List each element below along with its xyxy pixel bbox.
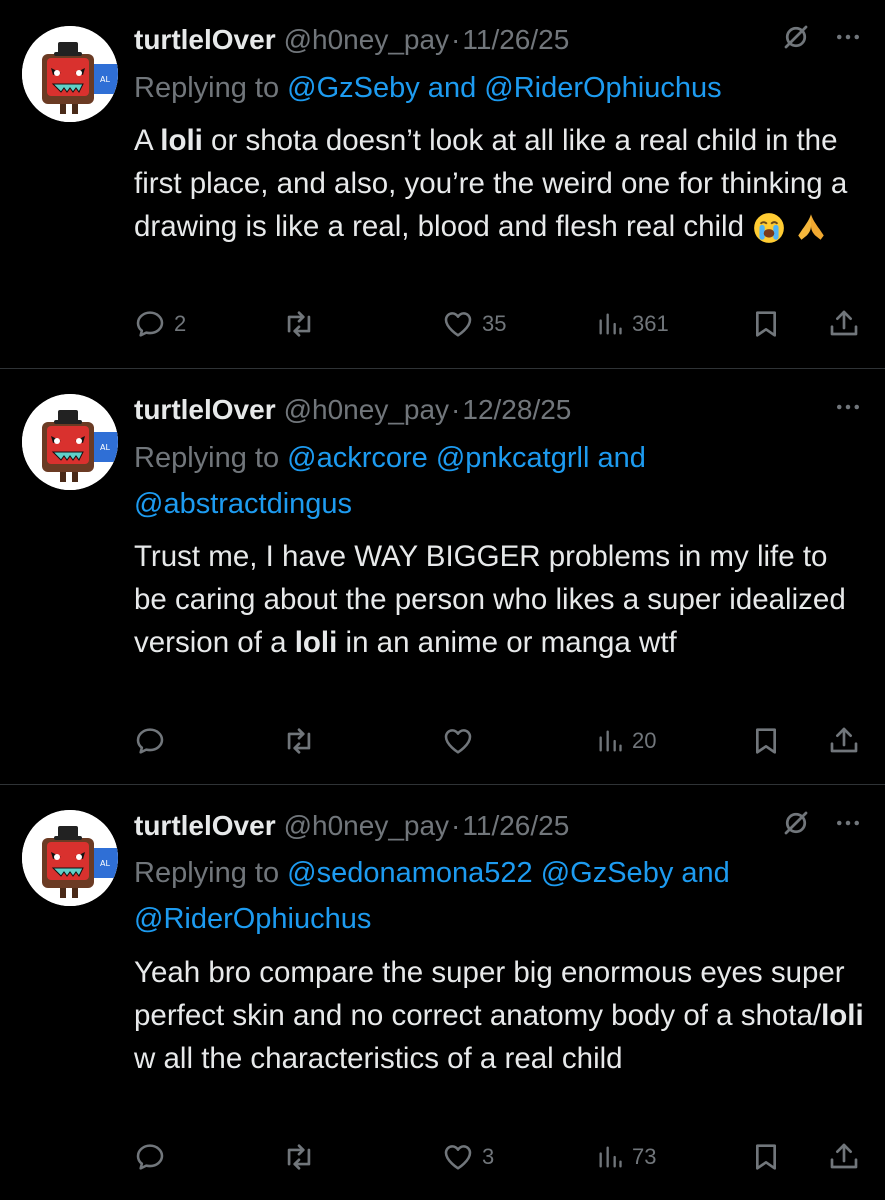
bookmark-button[interactable] [750, 302, 782, 346]
timestamp[interactable]: 11/26/25 [462, 810, 569, 842]
avatar[interactable] [22, 26, 118, 122]
avatar[interactable] [22, 394, 118, 490]
reply-button[interactable] [134, 719, 174, 763]
header-icons [781, 806, 863, 846]
views-button[interactable]: 361 [596, 302, 669, 346]
views-button[interactable]: 20 [596, 719, 656, 763]
share-button[interactable] [828, 1135, 860, 1179]
tweet-text: A loli or shota doesn’t look at all like… [134, 119, 865, 248]
tweet-text-part: or shota doesn’t look at all like a real… [134, 124, 848, 243]
views-icon [596, 310, 624, 338]
share-icon [828, 308, 860, 340]
header-icons [781, 20, 863, 60]
like-icon [442, 308, 474, 340]
tweet-header: turtlelOver @h0ney_pay · 11/26/25 [134, 20, 863, 60]
share-icon [828, 1141, 860, 1173]
reply-count: 2 [174, 311, 187, 336]
tweet-text-part: in an anime or manga wtf [337, 626, 677, 659]
handle[interactable]: @h0ney_pay [284, 24, 449, 56]
like-button[interactable]: 35 [442, 302, 506, 346]
views-count: 361 [632, 311, 669, 336]
tweet-header: turtlelOver @h0ney_pay · 11/26/25 [134, 806, 863, 846]
tweet-text-part: w all the characteristics of a real chil… [134, 1042, 623, 1075]
timestamp[interactable]: 12/28/25 [462, 394, 571, 426]
tweet-text-bold: loli [821, 999, 864, 1032]
folded-hands-emoji [794, 211, 828, 245]
handle[interactable]: @h0ney_pay [284, 394, 449, 426]
crying-face-emoji [752, 211, 786, 245]
views-icon [596, 727, 624, 755]
share-button[interactable] [828, 719, 860, 763]
retweet-button[interactable] [282, 302, 316, 346]
timestamp[interactable]: 11/26/25 [462, 24, 569, 56]
more-icon[interactable] [833, 808, 863, 845]
views-count: 20 [632, 728, 657, 753]
replying-to-links[interactable]: @GzSeby and @RiderOphiuchus [287, 72, 721, 104]
reply-icon [134, 308, 166, 340]
retweet-icon [282, 724, 316, 758]
reply-button[interactable]: 2 [134, 302, 186, 346]
tweet-2[interactable]: turtlelOver @h0ney_pay · 12/28/25 Replyi… [0, 369, 885, 783]
replying-to-label: Replying to [134, 442, 280, 474]
views-button[interactable]: 73 [596, 1135, 656, 1179]
replying-to: Replying to @ackrcore @pnkcatgrll and @a… [134, 435, 855, 527]
tweet-text: Yeah bro compare the super big enormous … [134, 951, 865, 1080]
tweet-text-part: A [134, 124, 161, 157]
handle[interactable]: @h0ney_pay [284, 810, 449, 842]
replying-to: Replying to @sedonamona522 @GzSeby and @… [134, 850, 855, 942]
separator-dot: · [451, 810, 461, 841]
views-count: 73 [632, 1144, 657, 1169]
retweet-icon [282, 307, 316, 341]
bookmark-icon [750, 308, 782, 340]
like-count: 3 [482, 1144, 495, 1169]
like-button[interactable]: 3 [442, 1135, 494, 1179]
mute-icon[interactable] [781, 22, 811, 59]
tweet-header: turtlelOver @h0ney_pay · 12/28/25 [134, 390, 863, 430]
reply-icon [134, 725, 166, 757]
tweet-text-bold: loli [160, 124, 203, 157]
header-icons [833, 390, 863, 430]
share-button[interactable] [828, 302, 860, 346]
mute-icon[interactable] [781, 808, 811, 845]
tweet-1[interactable]: turtlelOver @h0ney_pay · 11/26/25 Replyi… [0, 0, 885, 368]
action-bar: 3 73 [134, 1135, 864, 1179]
bookmark-icon [750, 1141, 782, 1173]
display-name[interactable]: turtlelOver [134, 810, 276, 842]
tweet-text-part: Yeah bro compare the super big enormous … [134, 956, 845, 1032]
replying-to-label: Replying to [134, 72, 280, 104]
bookmark-button[interactable] [750, 1135, 782, 1179]
tweet-text-bold: loli [294, 626, 338, 659]
retweet-button[interactable] [282, 1135, 316, 1179]
like-button[interactable] [442, 719, 482, 763]
action-bar: 2 35 361 [134, 302, 864, 346]
replying-to-label: Replying to [134, 857, 280, 889]
retweet-button[interactable] [282, 719, 316, 763]
display-name[interactable]: turtlelOver [134, 24, 276, 56]
reply-button[interactable] [134, 1135, 174, 1179]
display-name[interactable]: turtlelOver [134, 394, 276, 426]
bookmark-button[interactable] [750, 719, 782, 763]
tweet-text: Trust me, I have WAY BIGGER problems in … [134, 535, 865, 664]
like-icon [442, 725, 474, 757]
bookmark-icon [750, 725, 782, 757]
avatar[interactable] [22, 810, 118, 906]
more-icon[interactable] [833, 22, 863, 59]
views-icon [596, 1143, 624, 1171]
more-icon[interactable] [833, 392, 863, 429]
separator-dot: · [451, 24, 461, 55]
reply-icon [134, 1141, 166, 1173]
tweet-3[interactable]: turtlelOver @h0ney_pay · 11/26/25 Replyi… [0, 785, 885, 1200]
like-icon [442, 1141, 474, 1173]
separator-dot: · [451, 394, 461, 425]
share-icon [828, 725, 860, 757]
replying-to: Replying to @GzSeby and @RiderOphiuchus [134, 65, 855, 111]
like-count: 35 [482, 311, 507, 336]
action-bar: 20 [134, 719, 864, 763]
retweet-icon [282, 1140, 316, 1174]
